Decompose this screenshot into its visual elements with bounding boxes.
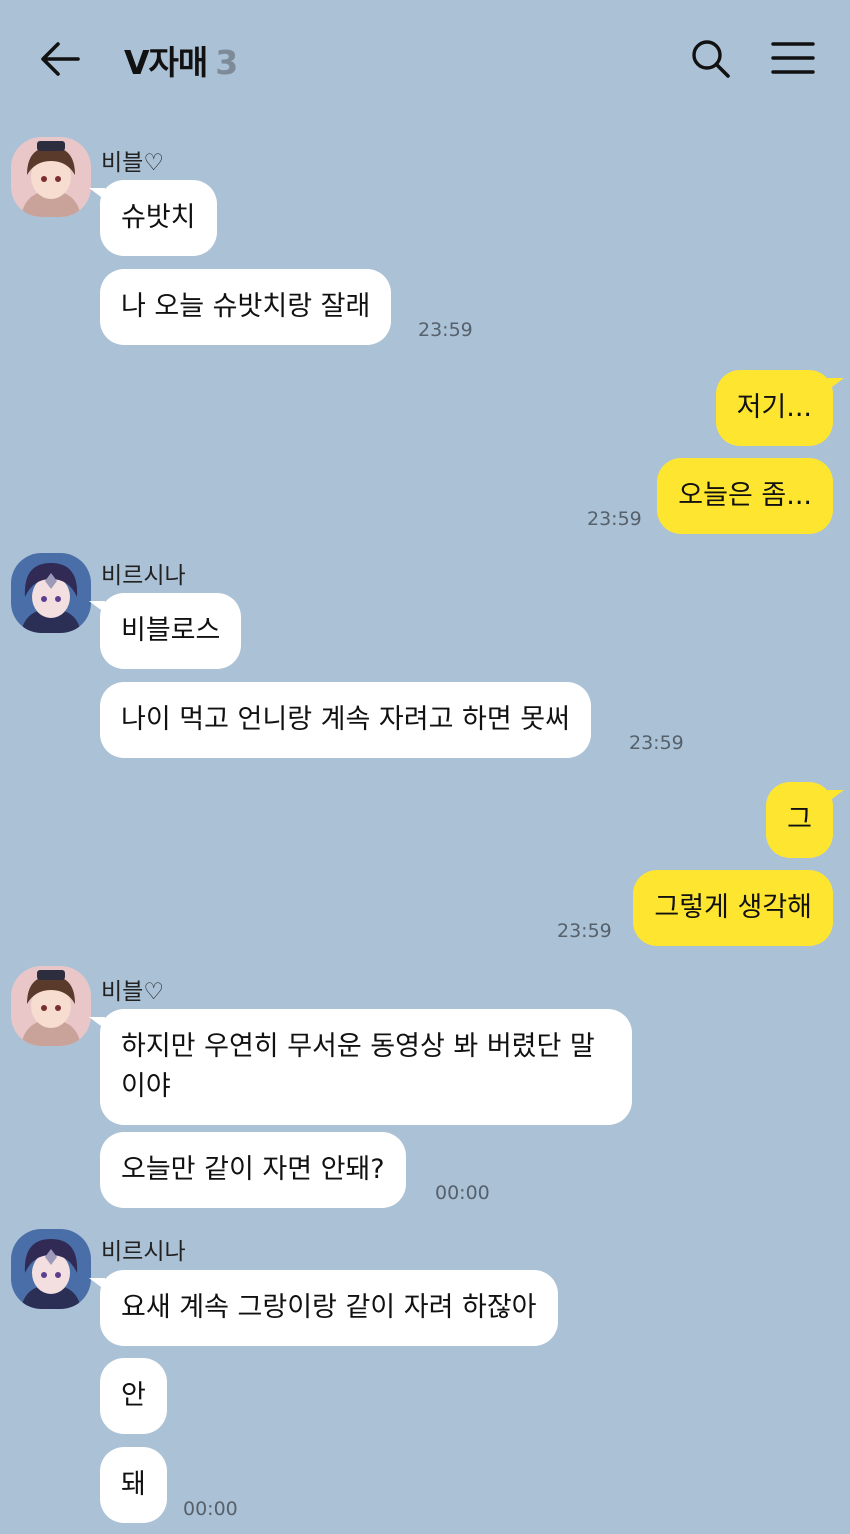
hamburger-menu-icon[interactable]: [770, 40, 816, 76]
message-time: 23:59: [418, 319, 473, 341]
message-bubble[interactable]: 오늘만 같이 자면 안돼?: [100, 1132, 406, 1208]
message-time: 23:59: [629, 732, 684, 754]
avatar-virsina[interactable]: [11, 1229, 91, 1309]
sender-name: 비르시나: [101, 1239, 186, 1265]
message-time: 23:59: [587, 508, 642, 530]
chat-room-name: V자매: [124, 43, 208, 82]
message-bubble[interactable]: 하지만 우연히 무서운 동영상 봐 버렸단 말이야: [89, 1009, 632, 1125]
search-icon[interactable]: [690, 38, 732, 80]
message-bubble[interactable]: 요새 계속 그랑이랑 같이 자려 하잖아: [89, 1270, 558, 1346]
sender-name: 비블♡: [101, 150, 164, 176]
message-bubble[interactable]: 비블로스: [88, 593, 242, 669]
member-count: 3: [215, 43, 238, 82]
message-time: 00:00: [435, 1182, 490, 1204]
avatar-bibul[interactable]: [11, 137, 91, 217]
chat-title: V자매 3: [124, 36, 238, 84]
sender-name: 비르시나: [101, 563, 186, 589]
back-arrow-icon[interactable]: [38, 38, 82, 80]
message-bubble[interactable]: 나 오늘 슈밧치랑 잘래: [100, 269, 392, 345]
sender-name: 비블♡: [101, 979, 164, 1005]
avatar-virsina[interactable]: [11, 553, 91, 633]
message-bubble[interactable]: 오늘은 좀...: [657, 458, 833, 534]
message-time: 23:59: [557, 920, 612, 942]
message-bubble[interactable]: 그렇게 생각해: [633, 870, 833, 946]
message-bubble[interactable]: 그: [766, 782, 844, 858]
avatar-bibul[interactable]: [11, 966, 91, 1046]
message-time: 00:00: [183, 1498, 238, 1520]
message-bubble[interactable]: 나이 먹고 언니랑 계속 자려고 하면 못써: [100, 682, 591, 758]
message-bubble[interactable]: 슈밧치: [89, 180, 217, 256]
message-bubble[interactable]: 저기...: [715, 370, 845, 446]
message-bubble[interactable]: 돼: [100, 1447, 167, 1523]
message-bubble[interactable]: 안: [100, 1358, 167, 1434]
chat-header: V자매 3: [0, 0, 850, 118]
